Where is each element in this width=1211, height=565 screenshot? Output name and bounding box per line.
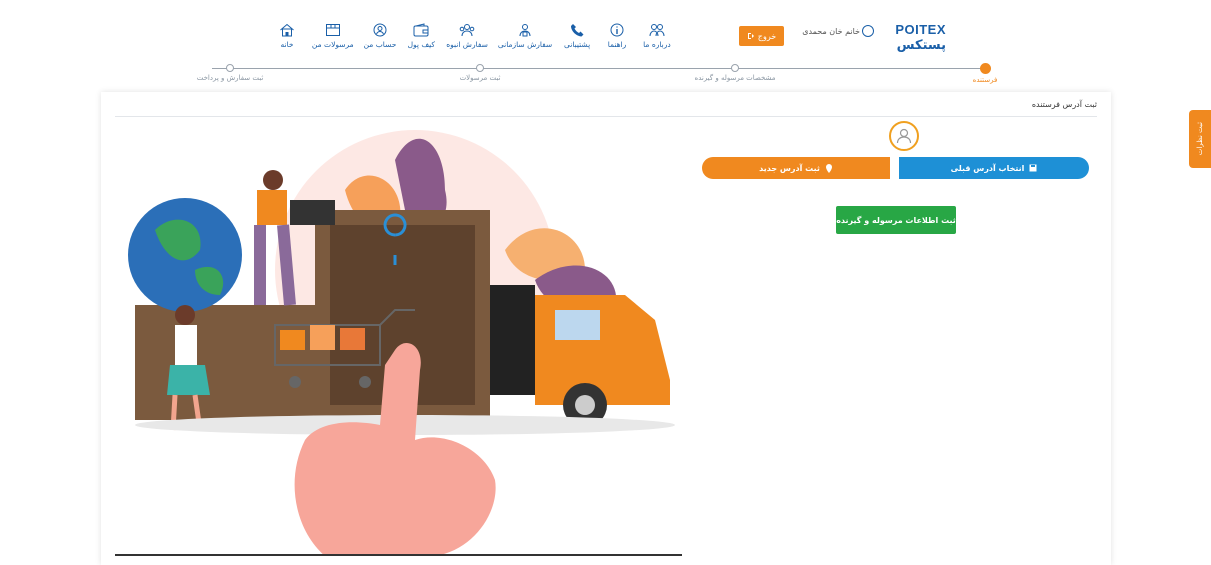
user-info[interactable]: خانم خان محمدی	[792, 24, 874, 38]
nav-support[interactable]: پشتیبانی	[562, 22, 592, 52]
cart-box	[280, 330, 305, 350]
box-icon	[324, 22, 342, 38]
logo-text-fa: پستکس	[896, 38, 946, 53]
step-dot	[476, 64, 484, 72]
sender-address-card: ثبت آدرس فرستنده انتخاب آدرس قبلی ثبت آد…	[101, 92, 1111, 565]
stepper-line	[212, 68, 982, 69]
step-label: فرستنده	[972, 76, 998, 84]
main-nav: درباره ما راهنما پشتیبانی سفارش سازمانی سفار…	[272, 22, 672, 52]
phone-icon	[568, 22, 586, 38]
step-sender[interactable]: فرستنده	[925, 62, 1045, 84]
user-circle-icon	[371, 22, 389, 38]
step-dot	[226, 64, 234, 72]
man-legs	[254, 224, 296, 306]
cart-box	[340, 328, 365, 350]
cart-wheel	[359, 376, 371, 388]
save-icon	[1029, 164, 1037, 172]
new-address-button[interactable]: ثبت آدرس جدید	[702, 157, 890, 179]
nav-label: مرسولات من	[311, 40, 354, 49]
info-icon	[608, 22, 626, 38]
nav-label: حساب من	[363, 40, 397, 49]
feedback-tab[interactable]: ثبت نظرات	[1189, 110, 1211, 168]
logo-text-en: POITEX	[895, 22, 946, 37]
card-divider	[115, 116, 1097, 117]
sender-avatar	[889, 121, 919, 151]
building-users-icon	[516, 22, 534, 38]
cart-wheel	[289, 376, 301, 388]
nav-bulk-order[interactable]: سفارش انبوه	[446, 22, 488, 52]
people-icon	[648, 22, 666, 38]
nav-wallet[interactable]: کیف پول	[406, 22, 436, 52]
step-label: مشخصات مرسوله و گیرنده	[694, 74, 776, 82]
package-icon	[290, 200, 335, 225]
logout-icon	[747, 33, 754, 39]
truck-window	[555, 310, 600, 340]
submit-package-receiver-button[interactable]: ثبت اطلاعات مرسوله و گیرنده	[836, 206, 956, 234]
delivery-illustration	[128, 130, 675, 556]
nav-label: سفارش انبوه	[446, 40, 488, 49]
progress-stepper: فرستنده مشخصات مرسوله و گیرنده ثبت مرسول…	[190, 62, 997, 92]
man-head	[263, 170, 283, 190]
location-pin-icon	[825, 163, 832, 173]
nav-shipments[interactable]: مرسولات من	[312, 22, 354, 52]
card-title: ثبت آدرس فرستنده	[1031, 100, 1097, 109]
nav-guide[interactable]: راهنما	[602, 22, 632, 52]
button-label: انتخاب آدرس قبلی	[950, 163, 1025, 173]
step-order-payment[interactable]: ثبت سفارش و پرداخت	[170, 62, 290, 82]
user-card-icon	[896, 128, 912, 144]
wallet-icon	[412, 22, 430, 38]
nav-home[interactable]: خانه	[272, 22, 302, 52]
nav-account[interactable]: حساب من	[363, 22, 397, 52]
truck-wheel-hub	[575, 395, 595, 415]
cart-box	[310, 325, 335, 350]
logout-button[interactable]: خروج	[739, 26, 784, 46]
nav-label: درباره ما	[643, 40, 671, 49]
logout-label: خروج	[757, 31, 777, 41]
illustration-baseline	[115, 554, 682, 556]
nav-label: کیف پول	[407, 40, 435, 49]
nav-label: سفارش سازمانی	[497, 40, 553, 49]
woman-shirt	[175, 325, 197, 365]
select-previous-address-button[interactable]: انتخاب آدرس قبلی	[899, 157, 1089, 179]
logo[interactable]: POITEX پستکس	[876, 22, 946, 58]
step-label: ثبت سفارش و پرداخت	[196, 74, 264, 82]
step-package-receiver[interactable]: مشخصات مرسوله و گیرنده	[675, 62, 795, 82]
woman-head	[175, 305, 195, 325]
man-shirt	[257, 190, 287, 225]
user-name: خانم خان محمدی	[802, 26, 860, 36]
nav-about[interactable]: درباره ما	[642, 22, 672, 52]
nav-label: راهنما	[607, 40, 627, 49]
button-label: ثبت آدرس جدید	[759, 163, 820, 173]
step-label: ثبت مرسولات	[459, 74, 501, 82]
nav-label: خانه	[280, 40, 294, 49]
nav-label: پشتیبانی	[564, 40, 591, 49]
step-register-shipments[interactable]: ثبت مرسولات	[420, 62, 540, 82]
step-dot	[731, 64, 739, 72]
truck-container	[490, 285, 535, 395]
button-label: ثبت اطلاعات مرسوله و گیرنده	[836, 215, 956, 225]
user-icon	[862, 25, 874, 37]
step-dot	[979, 63, 991, 74]
group-users-icon	[458, 22, 476, 38]
feedback-label: ثبت نظرات	[1196, 122, 1204, 156]
woman-skirt	[167, 365, 210, 395]
home-icon	[278, 22, 296, 38]
nav-org-order[interactable]: سفارش سازمانی	[498, 22, 552, 52]
